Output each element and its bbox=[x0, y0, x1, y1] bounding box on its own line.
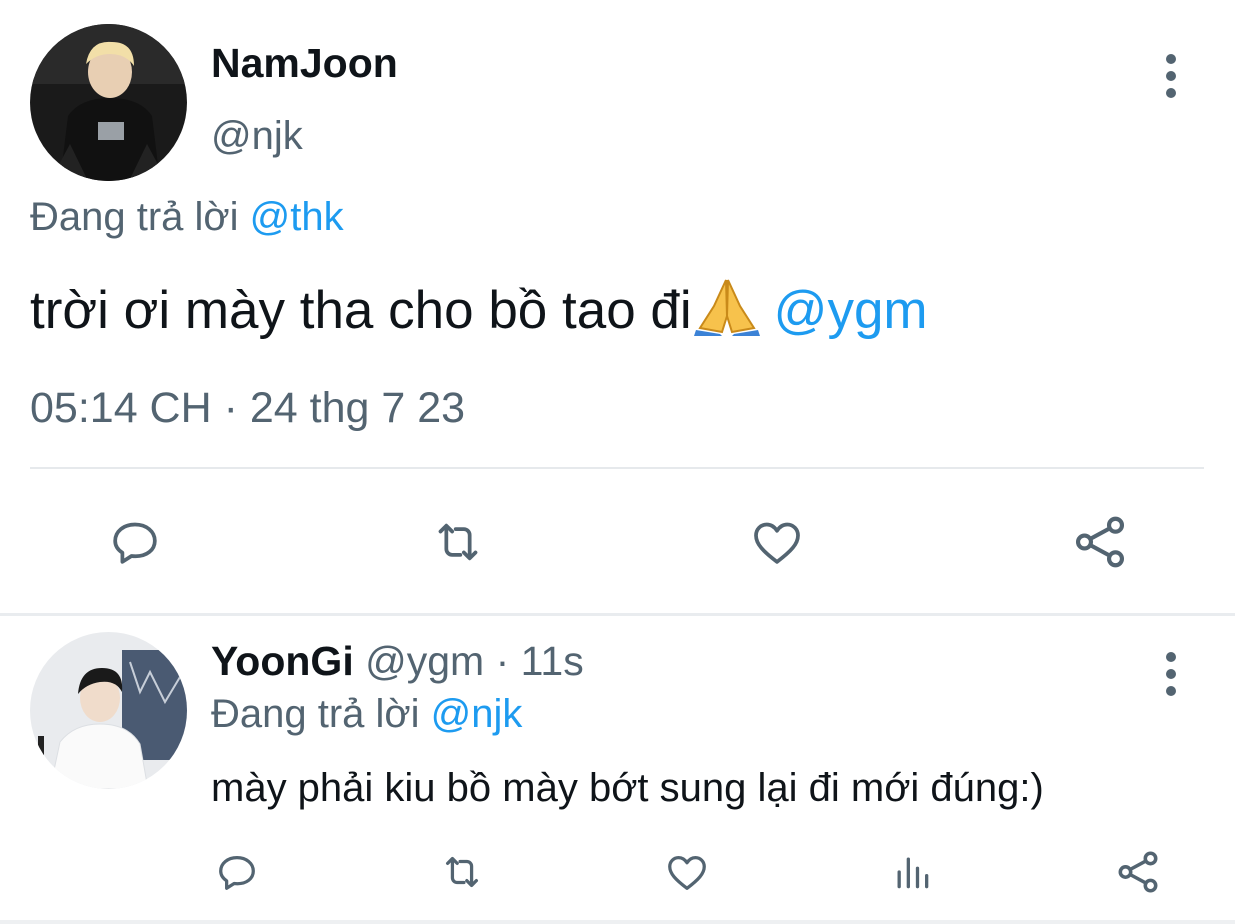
share-icon[interactable] bbox=[1068, 510, 1132, 574]
divider bbox=[30, 467, 1204, 469]
reply-mention-link[interactable]: @thk bbox=[250, 195, 344, 239]
more-vertical-icon[interactable] bbox=[1153, 48, 1189, 104]
reply-tweet-text: mày phải kiu bồ mày bớt sung lại đi mới … bbox=[211, 766, 1044, 810]
reply-prefix: Đang trả lời bbox=[30, 195, 250, 239]
bottom-divider bbox=[0, 920, 1235, 924]
tweet-body: trời ơi mày tha cho bồ tao đi bbox=[30, 281, 692, 340]
main-handle[interactable]: @njk bbox=[211, 114, 303, 159]
like-icon[interactable] bbox=[662, 848, 712, 896]
tweet-thread-page: NamJoon @njk Đang trả lời @thk trời ơi m… bbox=[0, 0, 1235, 924]
folded-hands-icon bbox=[692, 276, 762, 336]
main-display-name[interactable]: NamJoon bbox=[211, 40, 398, 87]
tweet-mention-link[interactable]: @ygm bbox=[774, 281, 928, 340]
yoongi-avatar[interactable] bbox=[30, 632, 187, 789]
main-reply-context: Đang trả lời @thk bbox=[30, 195, 344, 240]
reply-handle-time[interactable]: @ygm · 11s bbox=[354, 638, 584, 684]
reply-icon[interactable] bbox=[104, 513, 166, 571]
main-tweet: NamJoon @njk Đang trả lời @thk trời ơi m… bbox=[0, 0, 1235, 615]
namjoon-avatar[interactable] bbox=[30, 24, 187, 181]
retweet-icon[interactable] bbox=[424, 513, 492, 571]
like-icon[interactable] bbox=[746, 513, 808, 571]
main-tweet-text: trời ơi mày tha cho bồ tao đi @ygm bbox=[30, 276, 928, 341]
more-vertical-icon[interactable] bbox=[1153, 646, 1189, 702]
reply-prefix: Đang trả lời bbox=[211, 692, 431, 736]
retweet-icon[interactable] bbox=[434, 848, 490, 896]
reply-mention-link[interactable]: @njk bbox=[431, 692, 523, 736]
reply-icon[interactable] bbox=[212, 848, 262, 896]
reply-header: YoonGi @ygm · 11s bbox=[211, 638, 584, 685]
reply-reply-context: Đang trả lời @njk bbox=[211, 692, 522, 737]
reply-display-name[interactable]: YoonGi bbox=[211, 638, 354, 684]
tweet-timestamp[interactable]: 05:14 CH · 24 thg 7 23 bbox=[30, 384, 465, 433]
share-icon[interactable] bbox=[1112, 846, 1164, 898]
analytics-icon[interactable] bbox=[888, 848, 936, 896]
reply-tweet: YoonGi @ygm · 11s Đang trả lời @njk mày … bbox=[0, 616, 1235, 924]
